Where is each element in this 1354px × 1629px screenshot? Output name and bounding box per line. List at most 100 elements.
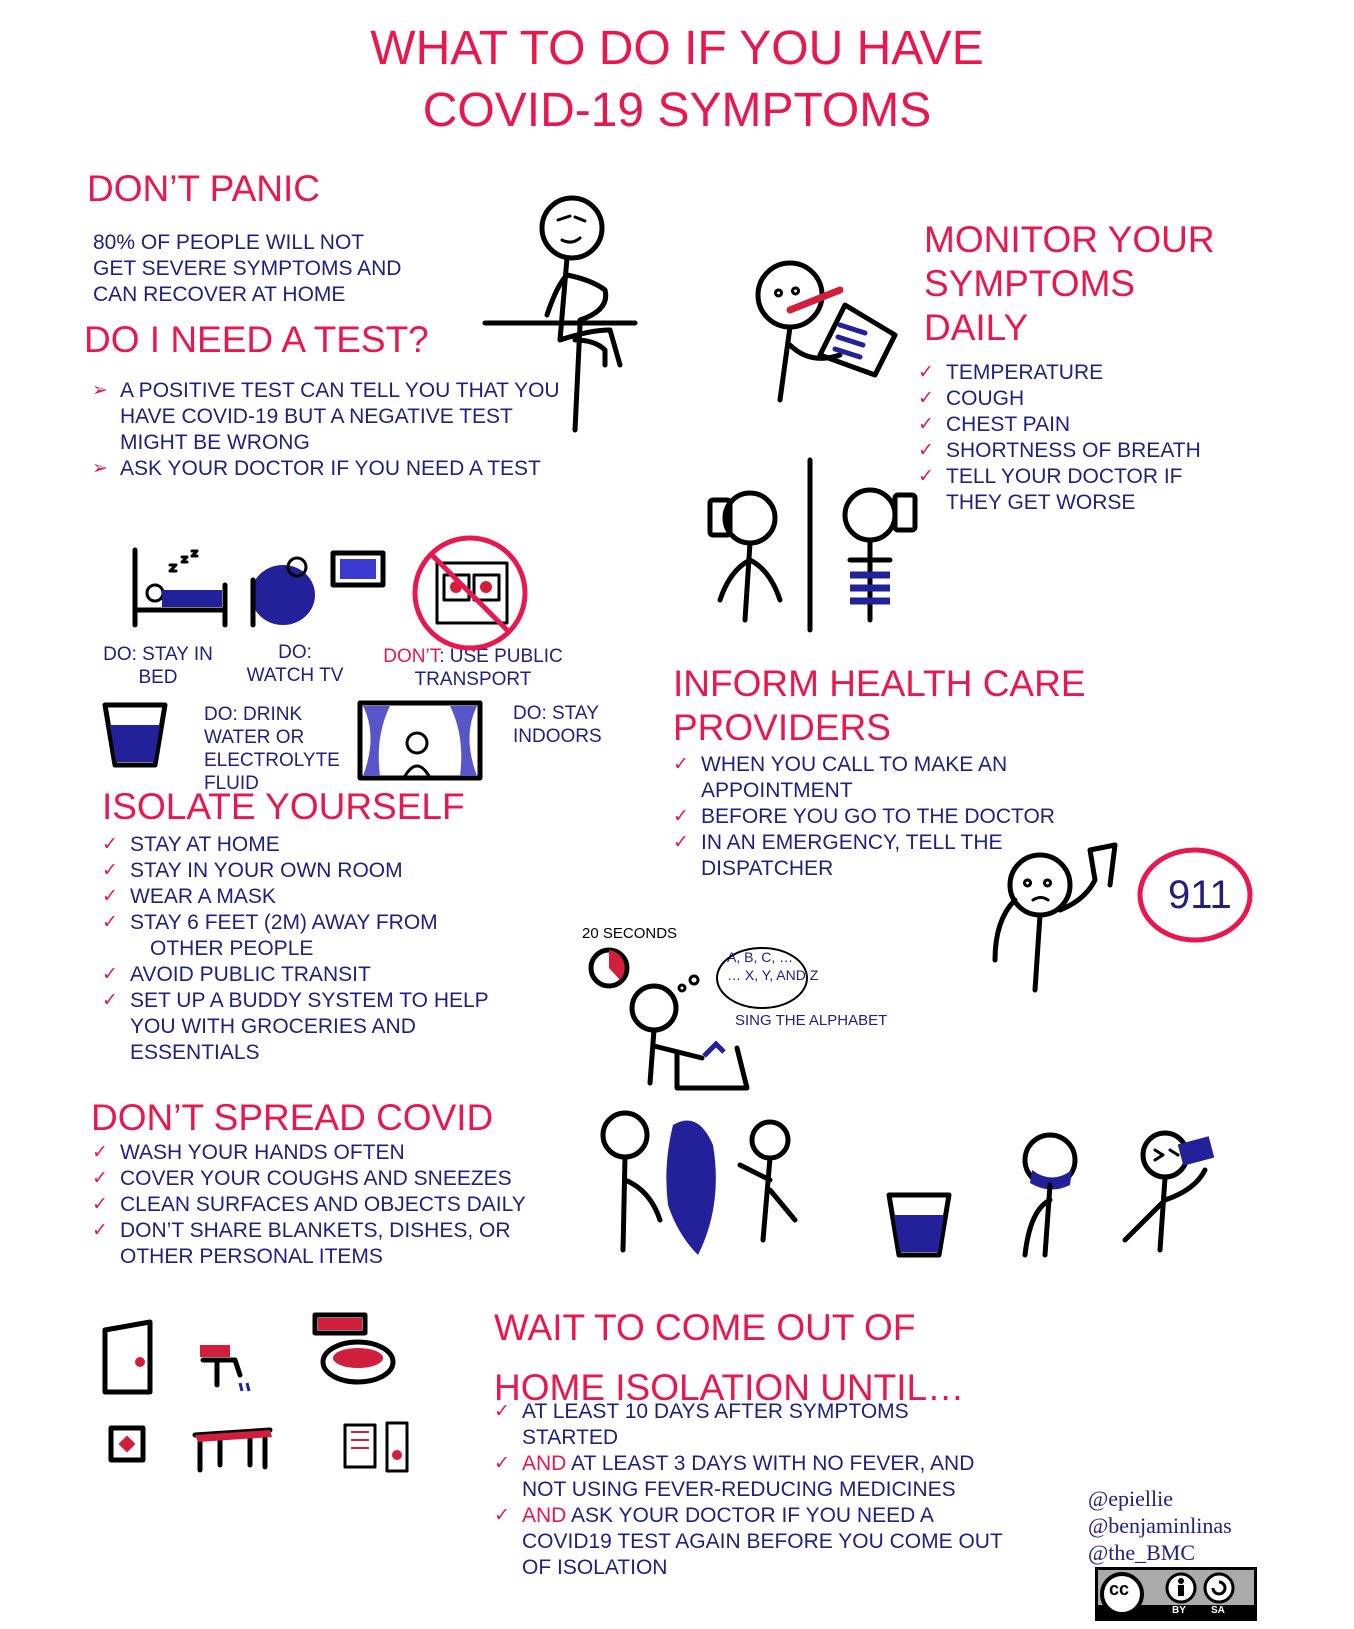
caption-stay-in-bed: DO: STAY IN BED bbox=[96, 643, 220, 689]
check-icon: ✓ bbox=[918, 388, 934, 409]
list-item: ✓ TEMPERATURE bbox=[918, 360, 1248, 386]
wait-item: NOT USING FEVER-REDUCING MEDICINES bbox=[522, 1478, 956, 1501]
cc-sa-text: SA bbox=[1211, 1605, 1225, 1616]
check-icon: ✓ bbox=[673, 806, 689, 827]
list-item: ✓ STAY 6 FEET (2M) AWAY FROM OTHER PEOPL… bbox=[102, 910, 552, 962]
list-item: ✓ COUGH bbox=[918, 386, 1248, 412]
isolate-item: SET UP A BUDDY SYSTEM TO HELP bbox=[130, 989, 489, 1012]
check-icon: ✓ bbox=[918, 362, 934, 383]
check-icon: ✓ bbox=[102, 886, 118, 907]
list-item: ✓ SHORTNESS OF BREATH bbox=[918, 438, 1248, 464]
faucet-icon bbox=[200, 1345, 251, 1392]
monitor-list: ✓ TEMPERATURE ✓ COUGH ✓ CHEST PAIN ✓ SHORTNE… bbox=[918, 360, 1248, 516]
credits: @epiellie @benjaminlinas @the_BMC bbox=[1088, 1485, 1232, 1566]
dont-panic-text: 80% OF PEOPLE WILL NOT GET SEVERE SYMPTO… bbox=[93, 230, 401, 308]
check-icon: ✓ bbox=[102, 912, 118, 933]
title-line-2: COVID-19 SYMPTOMS bbox=[422, 84, 932, 137]
inform-item: BEFORE YOU GO TO THE DOCTOR bbox=[701, 805, 1055, 828]
isolate-item: YOU WITH GROCERIES AND bbox=[130, 1015, 416, 1038]
list-item: ✓ AT LEAST 10 DAYS AFTER SYMPTOMS STARTE… bbox=[494, 1399, 1054, 1451]
isolate-item: STAY AT HOME bbox=[130, 833, 280, 856]
monitor-item: TEMPERATURE bbox=[946, 361, 1104, 384]
isolate-item: STAY IN YOUR OWN ROOM bbox=[130, 859, 403, 882]
bed-illustration bbox=[132, 547, 228, 628]
inform-heading-line: INFORM HEALTH CARE bbox=[673, 663, 1086, 704]
spread-item: COVER YOUR COUGHS AND SNEEZES bbox=[120, 1167, 512, 1190]
wait-and: AND bbox=[522, 1504, 567, 1527]
thermometer-person-illustration bbox=[755, 260, 898, 403]
isolate-item: ESSENTIALS bbox=[130, 1041, 260, 1064]
list-item: ✓ STAY IN YOUR OWN ROOM bbox=[102, 858, 552, 884]
mask-and-phone-illustration bbox=[1022, 1130, 1215, 1258]
water-glass-icon bbox=[102, 702, 168, 768]
list-item: ✓ DON’T SHARE BLANKETS, DISHES, OR OTHER… bbox=[92, 1218, 572, 1270]
check-icon: ✓ bbox=[102, 990, 118, 1011]
caption-line: TRANSPORT bbox=[414, 669, 532, 690]
monitor-item: CHEST PAIN bbox=[946, 413, 1071, 436]
monitor-heading: MONITOR YOUR SYMPTOMS DAILY bbox=[924, 218, 1215, 350]
toilet-icon bbox=[312, 1312, 396, 1385]
check-icon: ✓ bbox=[494, 1453, 510, 1474]
list-item: ✓ AND AT LEAST 3 DAYS WITH NO FEVER, AND… bbox=[494, 1451, 1054, 1503]
check-icon: ✓ bbox=[673, 832, 689, 853]
list-item: ✓ BEFORE YOU GO TO THE DOCTOR bbox=[673, 804, 1093, 830]
wait-item: AT LEAST 3 DAYS WITH NO FEVER, AND bbox=[566, 1452, 975, 1475]
spread-item: WASH YOUR HANDS OFTEN bbox=[120, 1141, 405, 1164]
check-icon: ✓ bbox=[102, 964, 118, 985]
check-icon: ✓ bbox=[102, 834, 118, 855]
caption-line: ELECTROLYTE bbox=[204, 750, 340, 771]
wait-and: AND bbox=[522, 1452, 567, 1475]
monitor-item: TELL YOUR DOCTOR IF bbox=[946, 465, 1183, 488]
isolate-item: OTHER PEOPLE bbox=[150, 937, 314, 960]
need-test-line: ASK YOUR DOCTOR IF YOU NEED A TEST bbox=[120, 457, 541, 480]
caption-stay-indoors: DO: STAY INDOORS bbox=[513, 702, 602, 748]
spread-item: OTHER PERSONAL ITEMS bbox=[120, 1245, 383, 1268]
isolate-item: WEAR A MASK bbox=[130, 885, 276, 908]
wait-list: ✓ AT LEAST 10 DAYS AFTER SYMPTOMS STARTE… bbox=[494, 1399, 1054, 1581]
caption-line: WATER OR bbox=[204, 727, 305, 748]
door-icon bbox=[102, 1319, 153, 1395]
monitor-item: THEY GET WORSE bbox=[946, 491, 1136, 514]
monitor-heading-line: DAILY bbox=[924, 307, 1029, 348]
inform-heading: INFORM HEALTH CARE PROVIDERS bbox=[673, 662, 1086, 750]
dont-panic-line: CAN RECOVER AT HOME bbox=[93, 283, 346, 306]
caption-line: BED bbox=[138, 667, 178, 688]
phone-call-illustration bbox=[707, 457, 918, 633]
list-item: ✓ WASH YOUR HANDS OFTEN bbox=[92, 1140, 572, 1166]
list-item: ✓ COVER YOUR COUGHS AND SNEEZES bbox=[92, 1166, 572, 1192]
inform-heading-line: PROVIDERS bbox=[673, 707, 891, 748]
caption-line: DO: bbox=[278, 642, 312, 663]
title-line-1: WHAT TO DO IF YOU HAVE bbox=[370, 22, 984, 75]
thinking-person-illustration bbox=[482, 195, 638, 433]
credit-handle: @the_BMC bbox=[1088, 1540, 1196, 1565]
water-glass-icon bbox=[886, 1192, 952, 1258]
caption-line: DO: STAY IN bbox=[103, 644, 213, 665]
page-title: WHAT TO DO IF YOU HAVE COVID-19 SYMPTOMS bbox=[0, 18, 1354, 142]
isolate-list: ✓ STAY AT HOME ✓ STAY IN YOUR OWN ROOM ✓ WE… bbox=[102, 832, 552, 1066]
wait-item: ASK YOUR DOCTOR IF YOU NEED A bbox=[566, 1504, 934, 1527]
check-icon: ✓ bbox=[494, 1505, 510, 1526]
caption-line: DO: STAY bbox=[513, 703, 599, 724]
wait-heading: WAIT TO COME OUT OF HOME ISOLATION UNTIL… bbox=[494, 1306, 964, 1410]
need-test-heading: DO I NEED A TEST? bbox=[84, 319, 429, 360]
wait-item: STARTED bbox=[522, 1426, 619, 1449]
monitor-heading-line: MONITOR YOUR bbox=[924, 219, 1215, 260]
list-item: ✓ TELL YOUR DOCTOR IF THEY GET WORSE bbox=[918, 464, 1248, 516]
wait-item: AT LEAST 10 DAYS AFTER SYMPTOMS bbox=[522, 1400, 909, 1423]
credit-handle: @epiellie bbox=[1088, 1486, 1174, 1511]
wait-item: OF ISOLATION bbox=[522, 1556, 668, 1579]
cc-text: cc bbox=[1109, 1579, 1130, 1599]
list-item: ✓ AND ASK YOUR DOCTOR IF YOU NEED A COVI… bbox=[494, 1503, 1054, 1581]
spread-list: ✓ WASH YOUR HANDS OFTEN ✓ COVER YOUR COUGH… bbox=[92, 1140, 572, 1270]
dont-panic-line: GET SEVERE SYMPTOMS AND bbox=[93, 257, 402, 280]
list-item: ✓ WHEN YOU CALL TO MAKE AN APPOINTMENT bbox=[673, 752, 1093, 804]
light-switch-icon bbox=[108, 1425, 146, 1463]
list-item: ✓ AVOID PUBLIC TRANSIT bbox=[102, 962, 552, 988]
check-icon: ✓ bbox=[92, 1142, 108, 1163]
hand-washing-illustration bbox=[588, 947, 808, 1091]
cc-license-badge: cc BY SA bbox=[1095, 1567, 1257, 1621]
no-public-transport-icon bbox=[412, 535, 528, 651]
check-icon: ✓ bbox=[92, 1220, 108, 1241]
monitor-heading-line: SYMPTOMS bbox=[924, 263, 1136, 304]
dont-panic-line: 80% OF PEOPLE WILL NOT bbox=[93, 231, 365, 254]
